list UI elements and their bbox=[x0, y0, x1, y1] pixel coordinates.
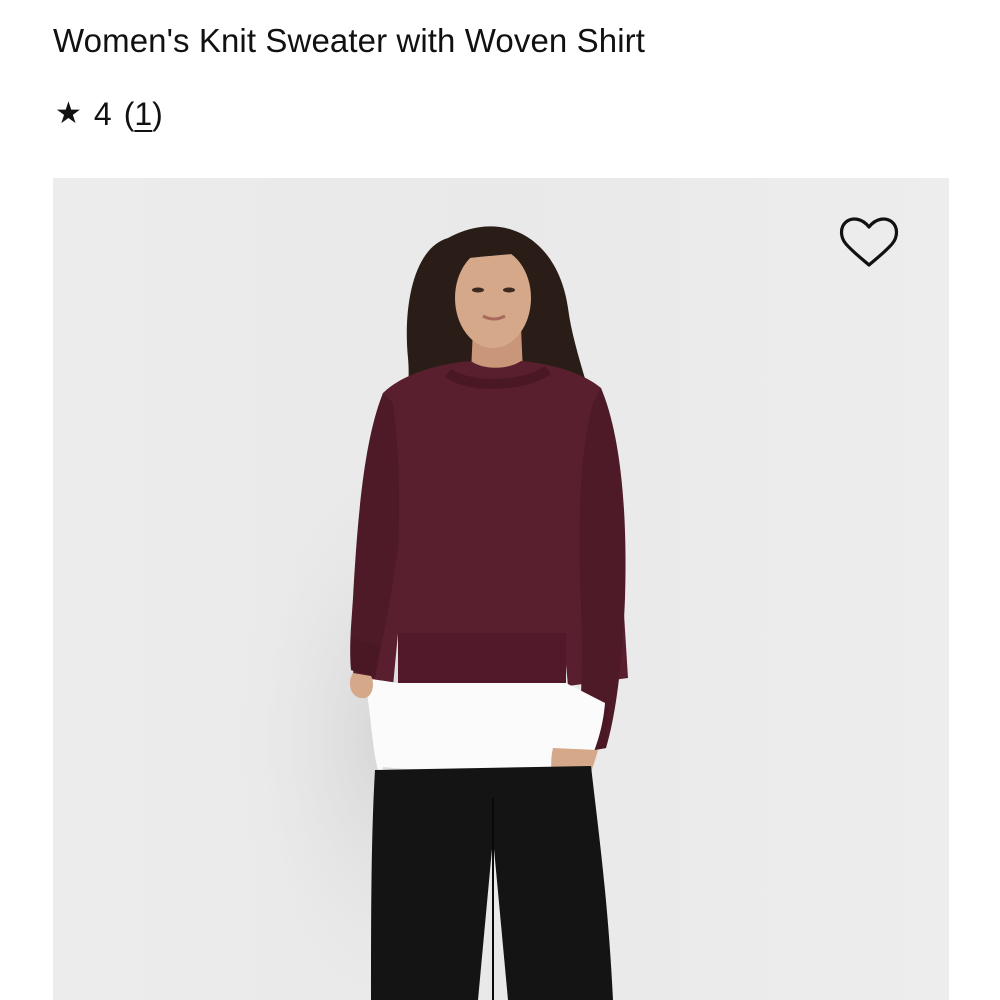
product-rating: ★ 4 (1) bbox=[55, 92, 163, 136]
heart-outline-icon bbox=[839, 217, 899, 267]
product-title: Women's Knit Sweater with Woven Shirt bbox=[53, 22, 646, 59]
review-count-open-paren: ( bbox=[123, 96, 135, 132]
star-icon: ★ bbox=[55, 97, 82, 130]
model-photo bbox=[53, 178, 949, 1000]
rating-score: 4 bbox=[93, 96, 112, 132]
review-count-link[interactable]: (1) bbox=[124, 92, 163, 136]
wishlist-button[interactable] bbox=[838, 214, 900, 270]
product-page: Women's Knit Sweater with Woven Shirt ★ … bbox=[0, 0, 1000, 1000]
product-image[interactable] bbox=[53, 178, 949, 1000]
review-count: 1 bbox=[134, 96, 153, 132]
review-count-close-paren: ) bbox=[152, 96, 163, 132]
